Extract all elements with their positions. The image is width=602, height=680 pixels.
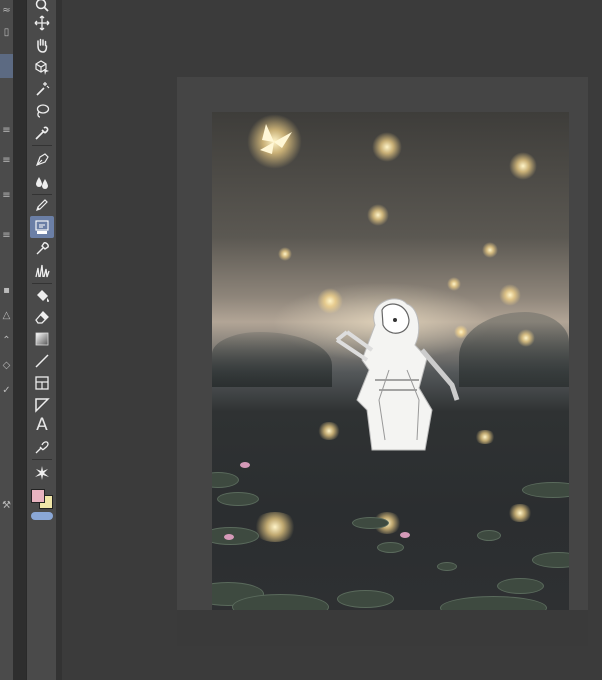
canvas-bottom-band bbox=[177, 610, 588, 646]
left-panel-edge: ≈ ▯ ≡ ≡ ≡ ≡ ▪ △ ⌃ ◇ ✓ ⚒ bbox=[0, 0, 13, 680]
hand-icon[interactable] bbox=[30, 34, 54, 56]
trash-icon[interactable]: ▯ bbox=[0, 22, 13, 44]
layer-row[interactable]: ≡ bbox=[0, 120, 13, 142]
lily-pad bbox=[532, 552, 569, 568]
panel-wave-icon[interactable]: ≈ bbox=[0, 0, 13, 22]
ruler-icon[interactable] bbox=[30, 394, 54, 416]
canvas-area[interactable] bbox=[62, 0, 602, 680]
panel-divider bbox=[13, 0, 26, 680]
firefly bbox=[278, 247, 292, 261]
eraser-icon[interactable] bbox=[30, 306, 54, 328]
lotus-flower bbox=[240, 462, 250, 468]
lily-pad bbox=[212, 527, 259, 545]
character-sketch bbox=[335, 298, 460, 451]
lily-pad bbox=[437, 562, 457, 571]
lily-pad bbox=[352, 517, 389, 529]
lily-pad bbox=[377, 542, 404, 553]
correct-line-icon[interactable] bbox=[30, 436, 54, 458]
firefly bbox=[367, 204, 389, 226]
lily-pad bbox=[217, 492, 259, 506]
sparkle-icon[interactable] bbox=[30, 462, 54, 484]
brush-icon[interactable] bbox=[30, 216, 54, 238]
firefly bbox=[509, 152, 537, 180]
lily-pad bbox=[337, 590, 394, 608]
firefly-reflection bbox=[474, 430, 496, 444]
panel-lock-icon[interactable]: ▪ bbox=[0, 280, 13, 302]
airbrush-icon[interactable] bbox=[30, 238, 54, 260]
firefly bbox=[482, 242, 498, 258]
lotus-flower bbox=[224, 534, 234, 540]
cube-cursor-icon[interactable] bbox=[30, 56, 54, 78]
tool-separator bbox=[32, 145, 52, 146]
wrench-icon[interactable]: ⚒ bbox=[0, 495, 13, 517]
canvas-artwork[interactable] bbox=[212, 112, 569, 612]
panel-chevron-icon[interactable]: ⌃ bbox=[0, 330, 13, 352]
eyedropper-icon[interactable] bbox=[30, 122, 54, 144]
lotus-flower bbox=[400, 532, 410, 538]
gradient-icon[interactable] bbox=[30, 328, 54, 350]
swap-colors-button[interactable] bbox=[31, 512, 53, 520]
bucket-icon[interactable] bbox=[30, 285, 54, 307]
glowing-butterfly bbox=[260, 124, 292, 154]
firefly-reflection bbox=[507, 504, 533, 522]
grass-icon[interactable] bbox=[30, 260, 54, 282]
line-icon[interactable] bbox=[30, 350, 54, 372]
firefly bbox=[447, 277, 461, 291]
magic-wand-icon[interactable] bbox=[30, 78, 54, 100]
lily-pad bbox=[522, 482, 569, 498]
panel-check-icon[interactable]: ✓ bbox=[0, 380, 13, 402]
firefly-reflection bbox=[252, 512, 298, 542]
firefly bbox=[517, 329, 535, 347]
pen-nib-icon[interactable] bbox=[30, 149, 54, 171]
layer-row[interactable]: ≡ bbox=[0, 185, 13, 207]
frame-grid-icon[interactable] bbox=[30, 372, 54, 394]
layer-row[interactable]: ≡ bbox=[0, 150, 13, 172]
layer-row[interactable]: ≡ bbox=[0, 225, 13, 247]
pencil-icon[interactable] bbox=[30, 194, 54, 216]
lasso-icon[interactable] bbox=[30, 100, 54, 122]
move-arrows-icon[interactable] bbox=[30, 12, 54, 34]
lily-pad bbox=[497, 578, 544, 594]
firefly bbox=[372, 132, 402, 162]
main-color-swatch[interactable] bbox=[31, 489, 45, 503]
panel-triangle-icon[interactable]: △ bbox=[0, 305, 13, 327]
layer-row-selected[interactable] bbox=[0, 54, 13, 78]
tool-palette: A bbox=[26, 0, 58, 680]
droplets-icon[interactable] bbox=[30, 171, 54, 193]
panel-diamond-icon[interactable]: ◇ bbox=[0, 355, 13, 377]
tool-separator bbox=[32, 283, 52, 284]
text-icon[interactable]: A bbox=[30, 414, 54, 436]
lily-pad bbox=[477, 530, 501, 541]
tool-separator bbox=[32, 459, 52, 460]
firefly bbox=[499, 284, 521, 306]
lily-pad bbox=[212, 472, 239, 488]
